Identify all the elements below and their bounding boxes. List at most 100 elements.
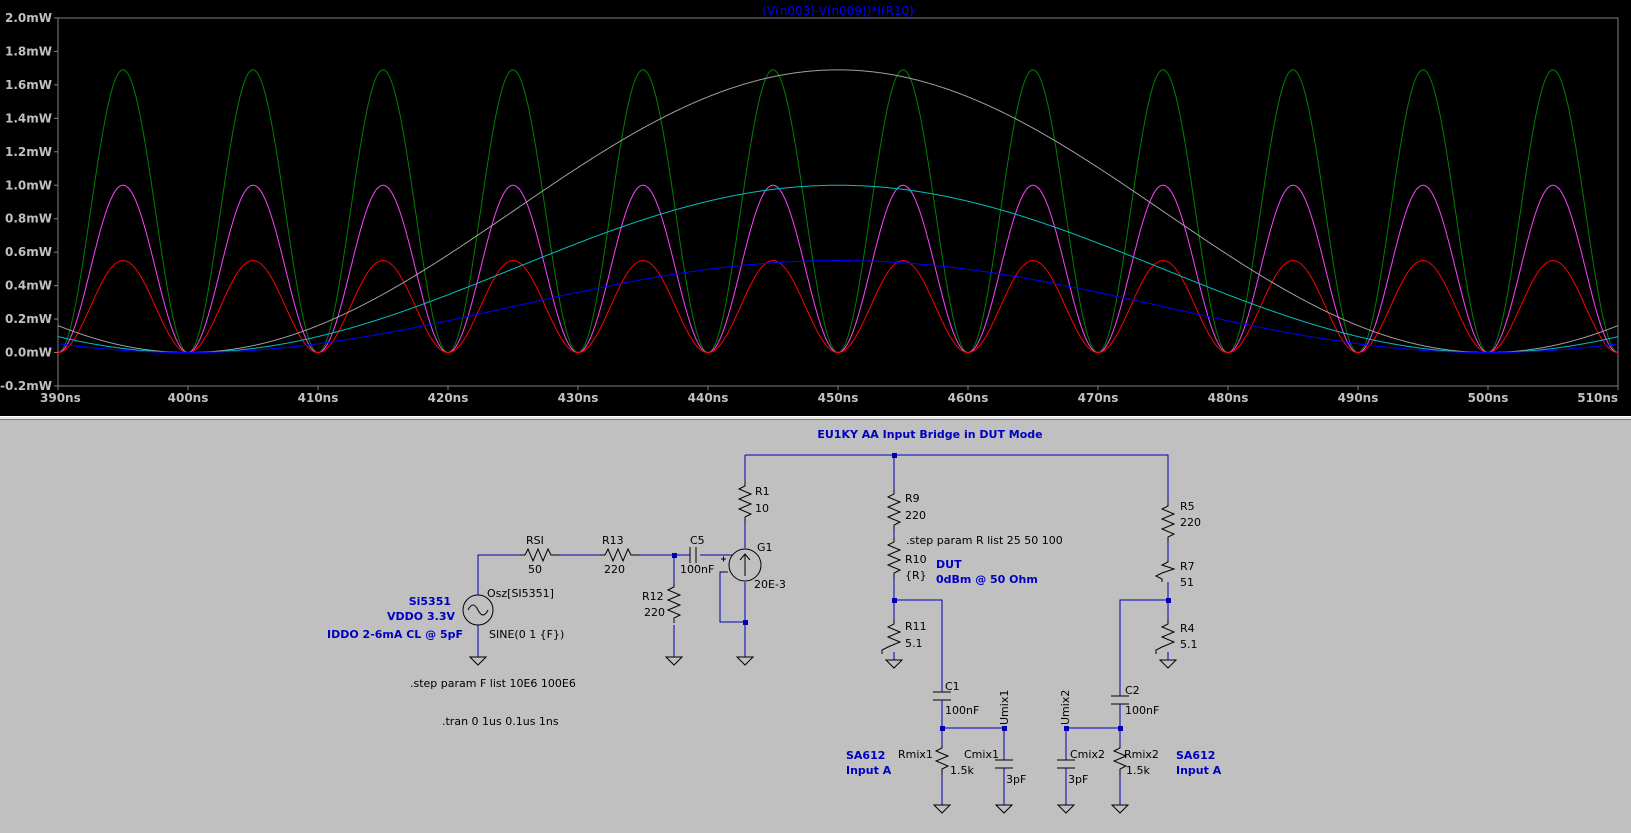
trace-line-0[interactable] — [58, 69, 1618, 353]
r13-value[interactable]: 220 — [604, 563, 625, 576]
r5-name[interactable]: R5 — [1180, 500, 1195, 513]
r7-value[interactable]: 51 — [1180, 576, 1194, 589]
step-r-directive[interactable]: .step param R list 25 50 100 — [906, 534, 1063, 547]
schematic-editor[interactable]: EU1KY AA Input Bridge in DUT Mode .step … — [0, 420, 1631, 829]
rmix1-value[interactable]: 1.5k — [950, 764, 974, 777]
c2-value[interactable]: 100nF — [1125, 704, 1159, 717]
trace-title[interactable]: (V(n003)-V(n009))*I(R10) — [762, 4, 914, 18]
iddo-label: IDDO 2-6mA CL @ 5pF — [327, 628, 463, 641]
r4-name[interactable]: R4 — [1180, 622, 1195, 635]
ground-icon — [884, 659, 904, 669]
cmix1-name[interactable]: Cmix1 — [964, 748, 999, 761]
resistor-rmix1-symbol[interactable] — [934, 745, 950, 775]
x-tick-label: 450ns — [818, 391, 859, 405]
resistor-r7-symbol[interactable] — [1154, 560, 1176, 582]
resistor-r1-symbol[interactable] — [737, 482, 753, 522]
r5-value[interactable]: 220 — [1180, 516, 1201, 529]
tran-directive[interactable]: .tran 0 1us 0.1us 1ns — [442, 715, 559, 728]
ground-icon — [735, 656, 755, 666]
x-tick-label: 500ns — [1468, 391, 1509, 405]
r11-name[interactable]: R11 — [905, 620, 927, 633]
r10-name[interactable]: R10 — [905, 553, 927, 566]
capacitor-c1-symbol[interactable] — [933, 691, 951, 701]
capacitor-cmix1-symbol[interactable] — [995, 759, 1013, 769]
cmix2-name[interactable]: Cmix2 — [1070, 748, 1105, 761]
source-value[interactable]: SINE(0 1 {F}) — [489, 628, 564, 641]
rmix2-name[interactable]: Rmix2 — [1124, 748, 1159, 761]
dut-label: DUT — [936, 558, 962, 571]
schematic-title[interactable]: EU1KY AA Input Bridge in DUT Mode — [817, 428, 1042, 441]
r9-name[interactable]: R9 — [905, 492, 920, 505]
c5-name[interactable]: C5 — [690, 534, 705, 547]
r12-value[interactable]: 220 — [644, 606, 665, 619]
c1-name[interactable]: C1 — [945, 680, 960, 693]
r10-value[interactable]: {R} — [905, 569, 927, 582]
y-tick-label: 1.0mW — [5, 178, 52, 192]
resistor-r11-symbol[interactable] — [881, 620, 902, 654]
g1-name[interactable]: G1 — [757, 541, 773, 554]
resistor-r9-symbol[interactable] — [886, 490, 902, 530]
capacitor-c5-symbol[interactable] — [689, 547, 697, 563]
cmix1-value[interactable]: 3pF — [1006, 773, 1026, 786]
wire — [719, 571, 745, 623]
rsi-name[interactable]: RSI — [526, 534, 544, 547]
junction-dot — [1118, 726, 1123, 731]
c1-value[interactable]: 100nF — [945, 704, 979, 717]
x-tick-label: 510ns — [1577, 391, 1618, 405]
ground-icon — [664, 656, 684, 666]
resistor-r10-symbol[interactable] — [886, 538, 902, 578]
x-tick-label: 460ns — [948, 391, 989, 405]
sa612-right-label: SA612 — [1176, 749, 1215, 762]
r4-value[interactable]: 5.1 — [1180, 638, 1198, 651]
cmix2-value[interactable]: 3pF — [1068, 773, 1088, 786]
capacitor-c2-symbol[interactable] — [1111, 695, 1129, 705]
r12-name[interactable]: R12 — [642, 590, 664, 603]
waveform-plot[interactable]: (V(n003)-V(n009))*I(R10) -0.2mW0.0mW0.2m… — [0, 0, 1631, 416]
r11-value[interactable]: 5.1 — [905, 637, 923, 650]
plus-icon — [721, 556, 726, 562]
vddo-label: VDDO 3.3V — [387, 610, 455, 623]
r1-name[interactable]: R1 — [755, 485, 770, 498]
c2-name[interactable]: C2 — [1125, 684, 1140, 697]
trace-line-5[interactable] — [58, 260, 1618, 353]
junction-dot — [672, 553, 677, 558]
x-tick-label: 490ns — [1338, 391, 1379, 405]
sa612-left-label: SA612 — [846, 749, 885, 762]
step-f-directive[interactable]: .step param F list 10E6 100E6 — [410, 677, 576, 690]
umix2-netlabel[interactable]: Umix2 — [1059, 690, 1072, 725]
c5-value[interactable]: 100nF — [680, 563, 714, 576]
rmix1-name[interactable]: Rmix1 — [898, 748, 933, 761]
y-tick-label: 1.6mW — [5, 78, 52, 92]
dut-level-label: 0dBm @ 50 Ohm — [936, 573, 1038, 586]
r9-value[interactable]: 220 — [905, 509, 926, 522]
y-tick-label: 0.8mW — [5, 212, 52, 226]
trace-line-1[interactable] — [58, 184, 1618, 353]
x-tick-label: 430ns — [558, 391, 599, 405]
wire — [745, 454, 1169, 502]
rmix2-value[interactable]: 1.5k — [1126, 764, 1150, 777]
g1-value[interactable]: 20E-3 — [754, 578, 786, 591]
rsi-value[interactable]: 50 — [528, 563, 542, 576]
capacitor-cmix2-symbol[interactable] — [1057, 759, 1075, 769]
trace-line-3[interactable] — [57, 69, 1619, 353]
waveform-viewer[interactable]: (V(n003)-V(n009))*I(R10) -0.2mW 0.0mW 0.2m… — [0, 0, 1631, 416]
trace-line-4[interactable] — [57, 184, 1619, 353]
r1-value[interactable]: 10 — [755, 502, 769, 515]
y-tick-label: 0.6mW — [5, 245, 52, 259]
resistor-r13-symbol[interactable] — [600, 547, 640, 563]
trace-line-2[interactable] — [58, 259, 1618, 353]
sine-glyph-icon — [467, 604, 489, 616]
resistor-rsi-symbol[interactable] — [520, 547, 560, 563]
resistor-r4-symbol[interactable] — [1155, 620, 1176, 654]
x-tick-label: 390ns — [40, 391, 81, 405]
resistor-r5-symbol[interactable] — [1160, 502, 1176, 542]
resistor-r12-symbol[interactable] — [666, 583, 682, 623]
r7-name[interactable]: R7 — [1180, 560, 1195, 573]
source-name[interactable]: Osz[SI5351] — [487, 587, 554, 600]
schematic-canvas[interactable]: EU1KY AA Input Bridge in DUT Mode .step … — [0, 420, 1631, 829]
y-tick-label: 0.4mW — [5, 279, 52, 293]
r13-name[interactable]: R13 — [602, 534, 624, 547]
junction-dot — [1064, 726, 1069, 731]
y-tick-label: 0.2mW — [5, 312, 52, 326]
umix1-netlabel[interactable]: Umix1 — [998, 690, 1011, 725]
